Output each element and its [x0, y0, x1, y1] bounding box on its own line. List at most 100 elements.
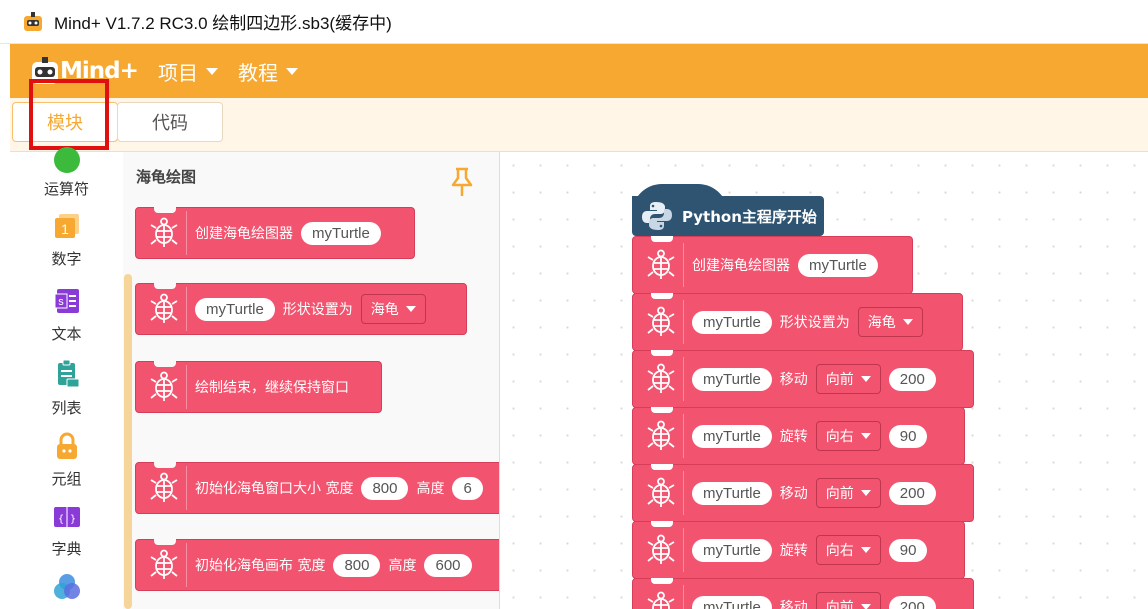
dropdown-value: 向右 — [825, 429, 854, 445]
value-input[interactable]: 200 — [888, 367, 936, 391]
workspace-block-create[interactable]: 创建海龟绘图器 myTurtle — [632, 236, 913, 294]
category-label: 字典 — [51, 540, 82, 558]
value-input[interactable]: 90 — [888, 424, 928, 448]
block-text: 移动 — [779, 486, 808, 502]
dropdown-value: 海龟 — [867, 315, 896, 331]
block-text: 形状设置为 — [282, 302, 353, 318]
category-operators[interactable]: 运算符 — [10, 146, 123, 199]
direction-dropdown[interactable]: 向前 — [815, 478, 881, 508]
menu-project[interactable]: 项目 — [158, 57, 218, 86]
operator-dot-icon — [53, 147, 80, 173]
shape-dropdown[interactable]: 海龟 — [857, 307, 923, 337]
category-text[interactable]: s 文本 — [10, 287, 123, 344]
turtle-icon — [639, 300, 684, 344]
block-notch — [154, 462, 176, 468]
python-icon — [642, 202, 672, 230]
block-text: 高度 — [416, 481, 445, 497]
menu-tutorial[interactable]: 教程 — [238, 57, 298, 86]
block-notch — [651, 236, 673, 242]
workspace-block-turn[interactable]: myTurtle 旋转 向右 90 — [632, 407, 965, 465]
palette-block-done[interactable]: 绘制结束，继续保持窗口 — [135, 361, 382, 413]
category-numbers[interactable]: 1 数字 — [10, 212, 123, 269]
workspace-block-move[interactable]: myTurtle 移动 向前 200 — [632, 464, 974, 522]
shape-dropdown[interactable]: 海龟 — [360, 294, 426, 324]
menu-project-label: 项目 — [158, 60, 198, 85]
value-input[interactable]: 200 — [888, 481, 936, 505]
turtle-icon — [639, 357, 684, 401]
block-text: 创建海龟绘图器 — [195, 226, 293, 242]
block-notch — [651, 293, 673, 299]
caret-down-icon — [860, 604, 871, 609]
palette-scrollbar[interactable] — [124, 274, 132, 609]
block-notch — [651, 350, 673, 356]
turtle-icon — [639, 414, 684, 458]
variable-input[interactable]: myTurtle — [692, 481, 772, 505]
svg-text:s: s — [58, 296, 64, 308]
caret-down-icon — [860, 547, 871, 553]
block-notch — [651, 578, 673, 584]
turtle-icon — [142, 365, 187, 409]
menu-tutorial-label: 教程 — [238, 60, 278, 85]
direction-dropdown[interactable]: 向右 — [815, 535, 881, 565]
mindplus-logo[interactable]: Mind+ — [28, 51, 139, 91]
block-text: 初始化海龟窗口大小 宽度 — [195, 481, 354, 497]
python-main-hat-block[interactable]: Python主程序开始 — [632, 184, 824, 236]
category-label: 文本 — [51, 325, 82, 343]
value-input[interactable]: 90 — [888, 538, 928, 562]
palette-block-create-turtle[interactable]: 创建海龟绘图器 myTurtle — [135, 207, 415, 259]
variable-input[interactable]: myTurtle — [692, 595, 772, 609]
variable-input[interactable]: myTurtle — [798, 253, 878, 277]
variable-input[interactable]: myTurtle — [692, 310, 772, 334]
workspace-block-move[interactable]: myTurtle 移动 向前 200 — [632, 350, 974, 408]
direction-dropdown[interactable]: 向前 — [815, 364, 881, 394]
palette-block-init-window[interactable]: 初始化海龟窗口大小 宽度 800 高度 6 — [135, 462, 499, 514]
dropdown-value: 向前 — [825, 372, 854, 388]
window-titlebar: Mind+ V1.7.2 RC3.0 绘制四边形.sb3(缓存中) — [0, 0, 1148, 44]
block-text: 旋转 — [779, 429, 808, 445]
width-input[interactable]: 800 — [333, 553, 381, 577]
palette-block-set-shape[interactable]: myTurtle 形状设置为 海龟 — [135, 283, 467, 335]
direction-dropdown[interactable]: 向右 — [815, 421, 881, 451]
caret-down-icon — [860, 490, 871, 496]
variable-input[interactable]: myTurtle — [301, 221, 381, 245]
value-input[interactable]: 200 — [888, 595, 936, 609]
color-wheel-icon — [53, 574, 80, 599]
category-label: 元组 — [51, 470, 82, 488]
category-label: 运算符 — [43, 180, 89, 198]
workspace-block-turn[interactable]: myTurtle 旋转 向右 90 — [632, 521, 965, 579]
tab-code-label: 代码 — [152, 113, 188, 134]
number-icon: 1 — [54, 214, 79, 238]
height-input[interactable]: 600 — [424, 553, 472, 577]
caret-down-icon — [206, 67, 218, 75]
category-list[interactable]: 列表 — [10, 359, 123, 418]
workspace-block-shape[interactable]: myTurtle 形状设置为 海龟 — [632, 293, 963, 351]
width-input[interactable]: 800 — [361, 476, 409, 500]
list-icon — [57, 359, 79, 388]
block-text: 创建海龟绘图器 — [692, 258, 790, 274]
category-tuple[interactable]: 元组 — [10, 432, 123, 489]
block-text: 初始化海龟画布 宽度 — [195, 558, 326, 574]
category-sidebar: 运算符 1 数字 s 文本 列表 元组 { } 字典 — [10, 147, 123, 609]
dropdown-value: 向前 — [825, 600, 854, 609]
hat-label: Python主程序开始 — [682, 207, 817, 226]
variable-input[interactable]: myTurtle — [195, 297, 275, 321]
menubar: Mind+ 项目 教程 — [10, 44, 1148, 98]
variable-input[interactable]: myTurtle — [692, 424, 772, 448]
block-text: 移动 — [779, 600, 808, 609]
height-input[interactable]: 6 — [452, 476, 483, 500]
variable-input[interactable]: myTurtle — [692, 367, 772, 391]
direction-dropdown[interactable]: 向前 — [815, 592, 881, 609]
script-workspace[interactable]: Python主程序开始 创建海龟绘图器 myTurtle myTurtle 形状设置为… — [500, 152, 1148, 609]
tab-code[interactable]: 代码 — [117, 102, 223, 142]
palette-block-init-canvas[interactable]: 初始化海龟画布 宽度 800 高度 600 — [135, 539, 499, 591]
tuple-lock-icon — [56, 432, 77, 459]
dropdown-value: 海龟 — [370, 302, 399, 318]
pin-icon[interactable] — [450, 166, 474, 198]
category-dict[interactable]: { } 字典 — [10, 504, 123, 559]
category-color[interactable] — [10, 572, 123, 606]
block-notch — [651, 521, 673, 527]
workspace-block-move[interactable]: myTurtle 移动 向前 200 — [632, 578, 974, 609]
tab-blocks[interactable]: 模块 — [12, 102, 118, 142]
block-notch — [651, 464, 673, 470]
variable-input[interactable]: myTurtle — [692, 538, 772, 562]
